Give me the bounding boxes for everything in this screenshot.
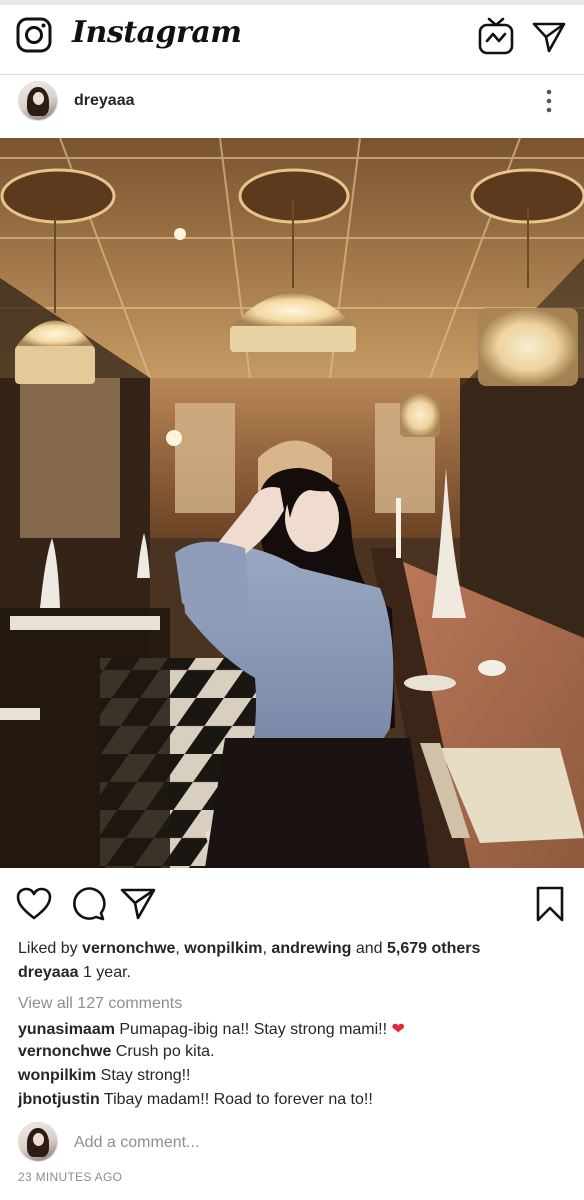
comment-text: Pumapag-ibig na!! Stay strong mami!! xyxy=(114,1021,392,1038)
caption-username[interactable]: dreyaaa xyxy=(18,964,79,981)
view-all-comments-link[interactable]: View all 127 comments xyxy=(18,995,182,1013)
comment-item: jbnotjustin Tibay madam!! Road to foreve… xyxy=(18,1091,373,1109)
likes-connector: and xyxy=(351,940,388,957)
add-comment-input[interactable]: Add a comment... xyxy=(74,1134,199,1152)
avatar[interactable] xyxy=(18,81,58,121)
comment-username[interactable]: vernonchwe xyxy=(18,1043,111,1060)
add-comment-row: Add a comment... xyxy=(0,1118,584,1168)
comment-username[interactable]: wonpilkim xyxy=(18,1067,96,1084)
likes-prefix: Liked by xyxy=(18,940,83,957)
post-username[interactable]: dreyaaa xyxy=(74,92,135,110)
comment-item: vernonchwe Crush po kita. xyxy=(18,1043,215,1061)
comment-item: yunasimaam Pumapag-ibig na!! Stay strong… xyxy=(18,1019,405,1039)
comment-icon[interactable] xyxy=(70,886,106,922)
comment-text: Stay strong!! xyxy=(96,1067,191,1084)
igtv-icon[interactable] xyxy=(478,17,514,55)
top-app-bar: Instagram xyxy=(0,5,584,75)
comment-username[interactable]: yunasimaam xyxy=(18,1021,115,1038)
comment-text: Crush po kita. xyxy=(111,1043,215,1060)
comment-text: Tibay madam!! Road to forever na to!! xyxy=(99,1091,373,1108)
post-photo[interactable] xyxy=(0,138,584,868)
like-heart-icon[interactable] xyxy=(16,886,52,922)
avatar xyxy=(18,1122,58,1162)
bookmark-icon[interactable] xyxy=(532,886,568,922)
liker-username[interactable]: andrewing xyxy=(271,940,351,957)
share-icon[interactable] xyxy=(120,886,156,922)
liker-username[interactable]: wonpilkim xyxy=(184,940,262,957)
direct-message-icon[interactable] xyxy=(532,21,566,53)
comment-item: wonpilkim Stay strong!! xyxy=(18,1067,191,1085)
post-actions xyxy=(0,868,584,938)
post-caption: dreyaaa 1 year. xyxy=(18,964,131,982)
red-heart-emoji: ❤ xyxy=(391,1021,405,1038)
more-vertical-icon[interactable] xyxy=(540,88,558,114)
caption-text: 1 year. xyxy=(78,964,131,981)
camera-icon[interactable] xyxy=(16,17,52,53)
post-timestamp: 23 MINUTES AGO xyxy=(18,1170,123,1184)
post-header: dreyaaa xyxy=(0,76,584,138)
comment-username[interactable]: jbnotjustin xyxy=(18,1091,100,1108)
liker-username[interactable]: vernonchwe xyxy=(82,940,175,957)
instagram-logo: Instagram xyxy=(72,15,242,50)
likes-summary[interactable]: Liked by vernonchwe, wonpilkim, andrewin… xyxy=(18,940,480,958)
likes-others-count[interactable]: 5,679 others xyxy=(387,940,480,957)
